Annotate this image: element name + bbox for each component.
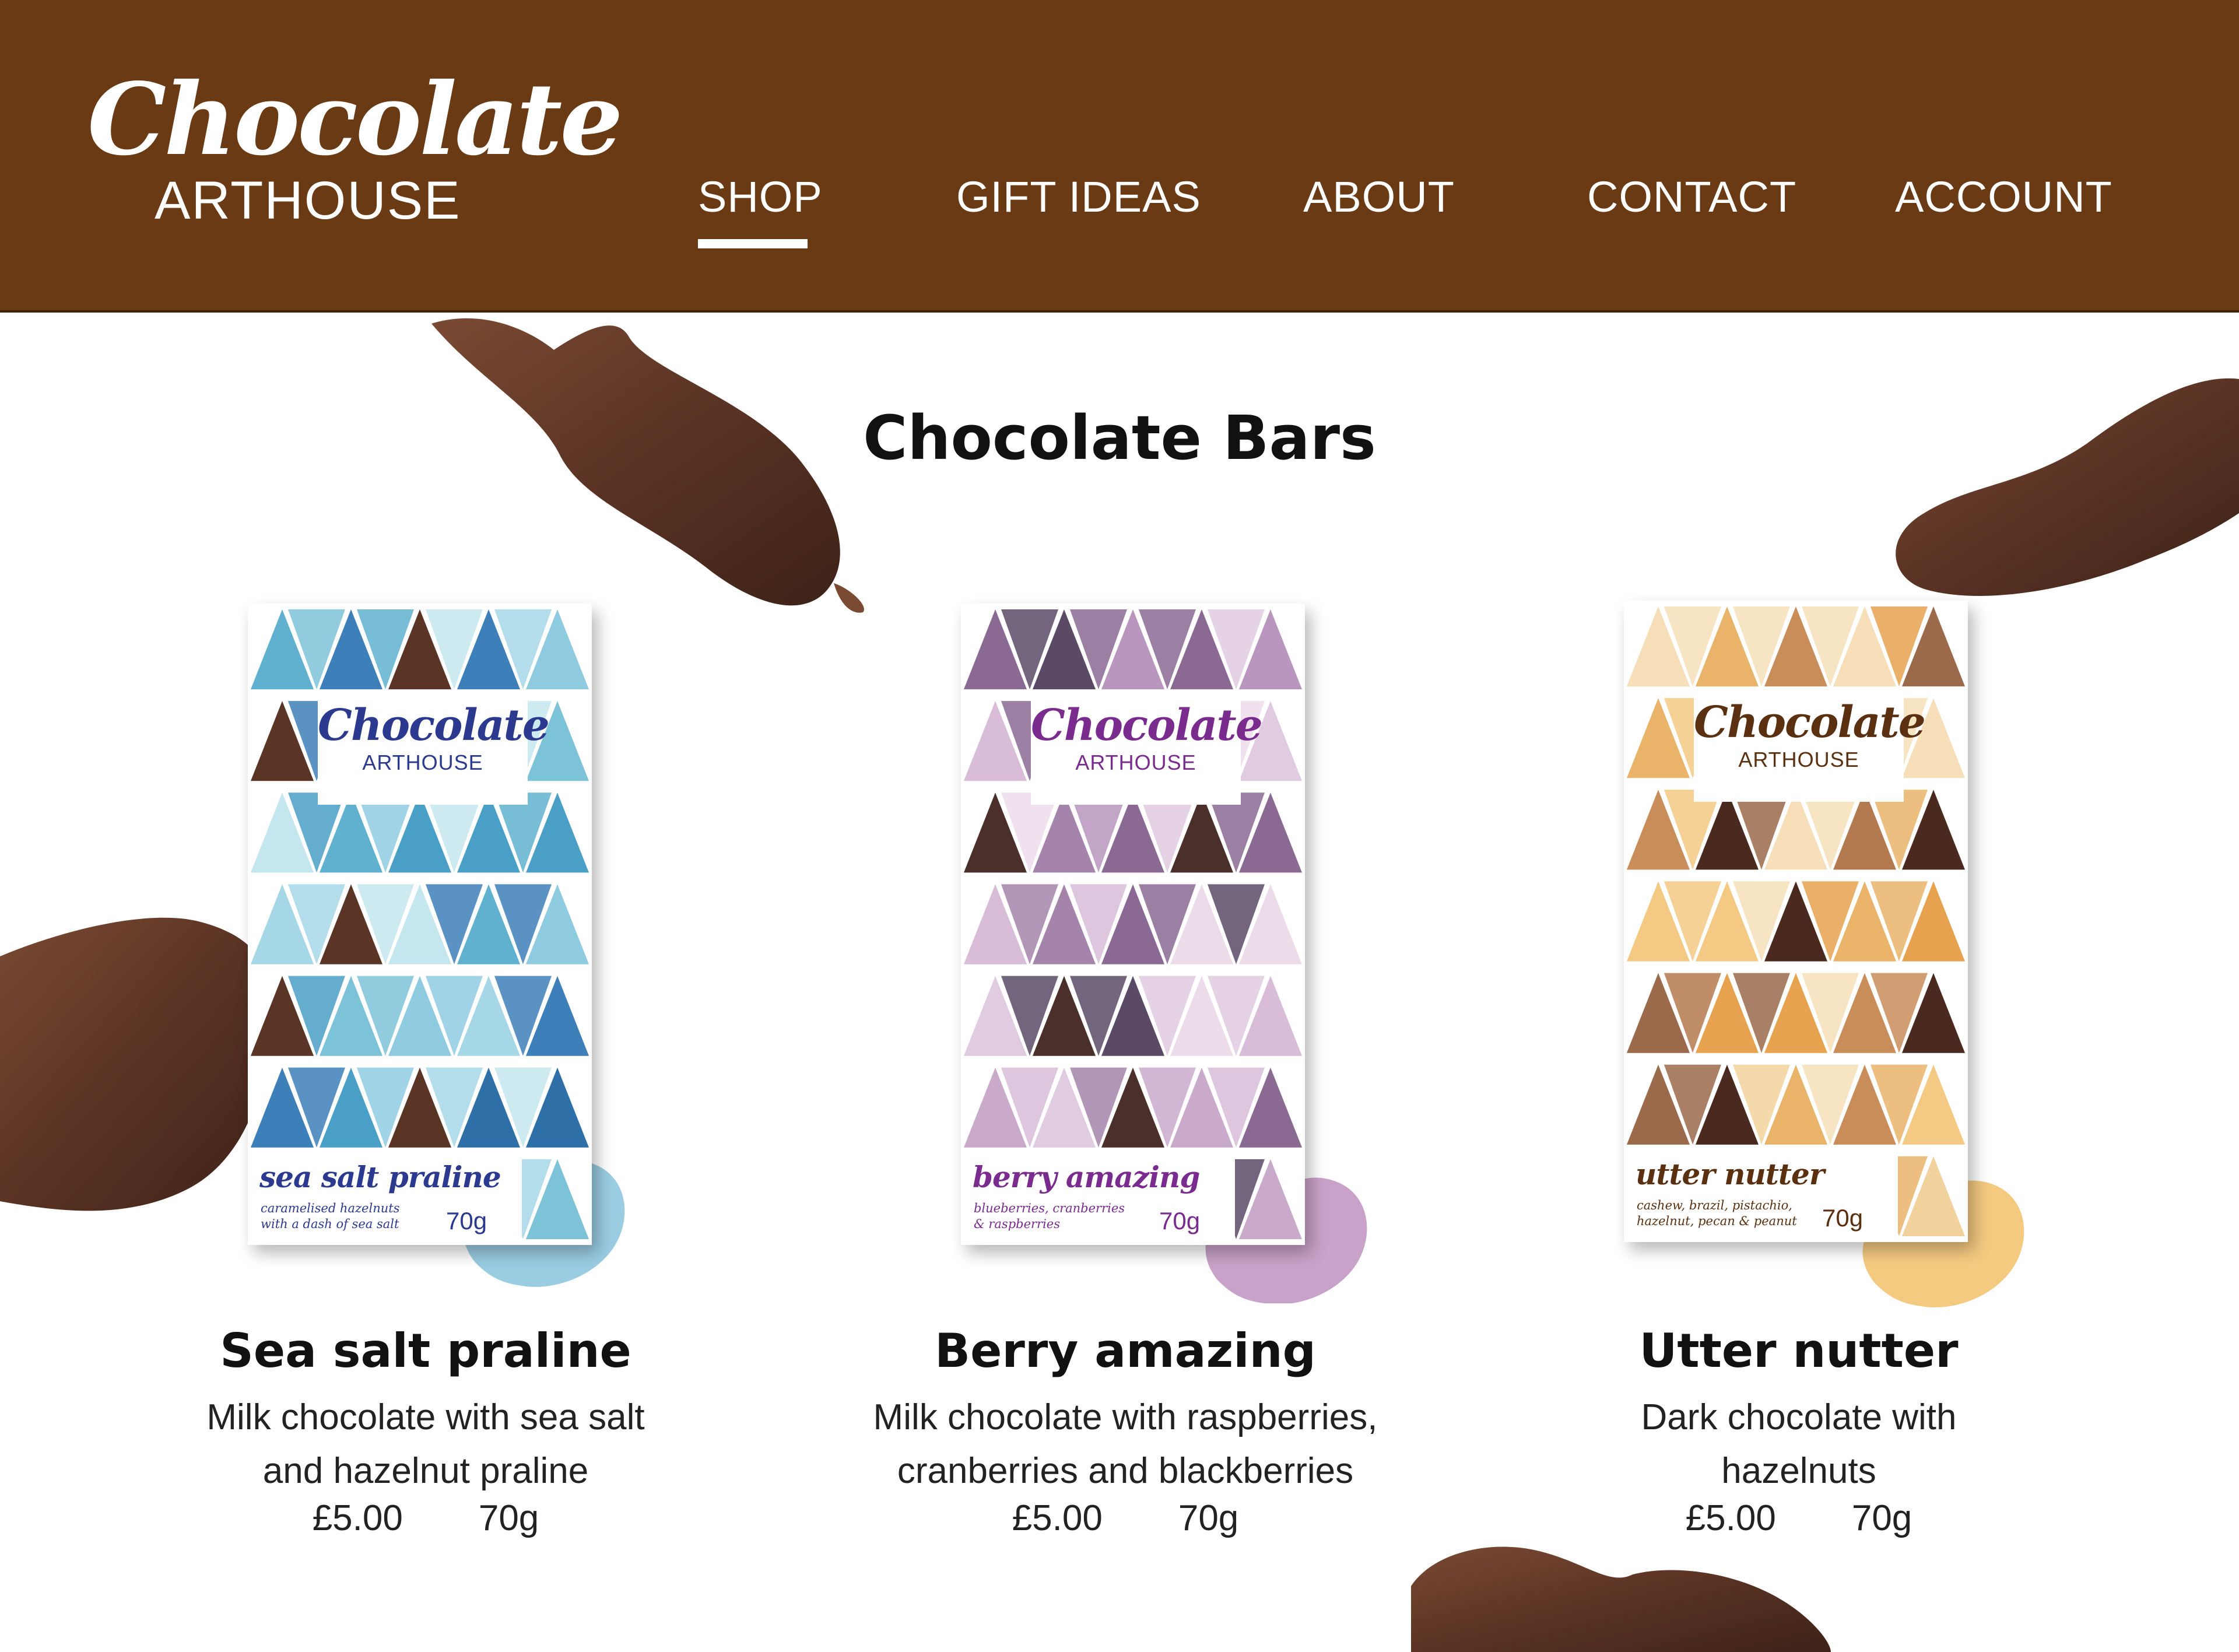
product-name[interactable]: Berry amazing [805, 1324, 1446, 1378]
pack-brand: Chocolate [318, 700, 550, 750]
pack-brand: Chocolate [1031, 700, 1263, 750]
product-name[interactable]: Utter nutter [1478, 1324, 2119, 1378]
pack-description: cashew, brazil, pistachio, hazelnut, pec… [1637, 1198, 1812, 1230]
pack-desc-line: blueberries, cranberries [974, 1201, 1125, 1215]
pack-weight: 70g [1159, 1207, 1201, 1234]
pack-desc-line: & raspberries [974, 1217, 1061, 1232]
product-description: Dark chocolate with hazelnuts [1478, 1391, 2119, 1498]
product-description: Milk chocolate with raspberries, cranber… [805, 1391, 1446, 1498]
product-weight: 70g [1851, 1498, 1912, 1538]
pack-label: sea salt praline caramelised hazelnuts w… [248, 1152, 522, 1245]
pack-brand-sub: ARTHOUSE [362, 750, 483, 775]
pack-label: berry amazing blueberries, cranberries &… [961, 1152, 1235, 1245]
page-title: Chocolate Bars [863, 402, 1376, 473]
product-name[interactable]: Sea salt praline [105, 1324, 746, 1378]
product-meta: £5.00 70g [1478, 1497, 2119, 1539]
pack-desc-line: caramelised hazelnuts [261, 1201, 400, 1215]
pack-logo: Chocolate ARTHOUSE [1031, 694, 1263, 805]
chocolate-bar-pack: Chocolate ARTHOUSE berry amazing blueber… [961, 604, 1305, 1245]
pack-logo: Chocolate ARTHOUSE [318, 694, 550, 805]
pack-label: utter nutter cashew, brazil, pistachio, … [1624, 1149, 1898, 1242]
product-desc-line: Milk chocolate with raspberries, [873, 1397, 1378, 1437]
nav-contact[interactable]: CONTACT [1587, 172, 1796, 222]
product-weight: 70g [478, 1498, 539, 1538]
pack-desc-line: with a dash of sea salt [261, 1217, 399, 1232]
chocolate-bar-pack: Chocolate ARTHOUSE utter nutter cashew, … [1624, 601, 1968, 1242]
pack-description: blueberries, cranberries & raspberries [974, 1201, 1149, 1233]
pack-brand: Chocolate [1694, 697, 1926, 748]
pack-flavour-name: sea salt praline [259, 1160, 501, 1194]
pack-flavour-name: utter nutter [1636, 1157, 1824, 1191]
product-desc-line: cranberries and blackberries [897, 1451, 1354, 1491]
nav-about[interactable]: ABOUT [1303, 172, 1455, 222]
product-desc-line: and hazelnut praline [262, 1451, 589, 1491]
main-nav: SHOP GIFT IDEAS ABOUT CONTACT ACCOUNT [0, 172, 2239, 265]
product-weight: 70g [1178, 1498, 1239, 1538]
product-desc-line: Dark chocolate with [1641, 1397, 1957, 1437]
product-desc-line: hazelnuts [1721, 1451, 1876, 1491]
pack-brand-sub: ARTHOUSE [1075, 750, 1196, 775]
product-description: Milk chocolate with sea salt and hazelnu… [105, 1391, 746, 1498]
pack-brand-sub: ARTHOUSE [1738, 748, 1859, 772]
pack-weight: 70g [446, 1207, 487, 1234]
chocolate-bar-pack: Chocolate ARTHOUSE sea salt praline cara… [248, 604, 592, 1245]
product-price: £5.00 [1685, 1498, 1776, 1538]
pack-desc-line: cashew, brazil, pistachio, [1637, 1198, 1792, 1212]
brand-logo-script: Chocolate [87, 61, 623, 178]
product-price: £5.00 [312, 1498, 403, 1538]
product-meta: £5.00 70g [805, 1497, 1446, 1539]
product-desc-line: Milk chocolate with sea salt [206, 1397, 645, 1437]
pack-desc-line: hazelnut, pecan & peanut [1637, 1214, 1797, 1229]
product-price: £5.00 [1012, 1498, 1103, 1538]
nav-active-indicator [698, 239, 808, 248]
nav-shop[interactable]: SHOP [698, 172, 823, 222]
nav-account[interactable]: ACCOUNT [1895, 172, 2112, 222]
nav-gift-ideas[interactable]: GIFT IDEAS [956, 172, 1201, 222]
product-meta: £5.00 70g [105, 1497, 746, 1539]
pack-description: caramelised hazelnuts with a dash of sea… [261, 1201, 436, 1233]
pack-flavour-name: berry amazing [973, 1160, 1200, 1194]
site-header: Chocolate ARTHOUSE SHOP GIFT IDEAS ABOUT… [0, 0, 2239, 313]
pack-weight: 70g [1822, 1204, 1864, 1232]
pack-logo: Chocolate ARTHOUSE [1694, 691, 1926, 802]
